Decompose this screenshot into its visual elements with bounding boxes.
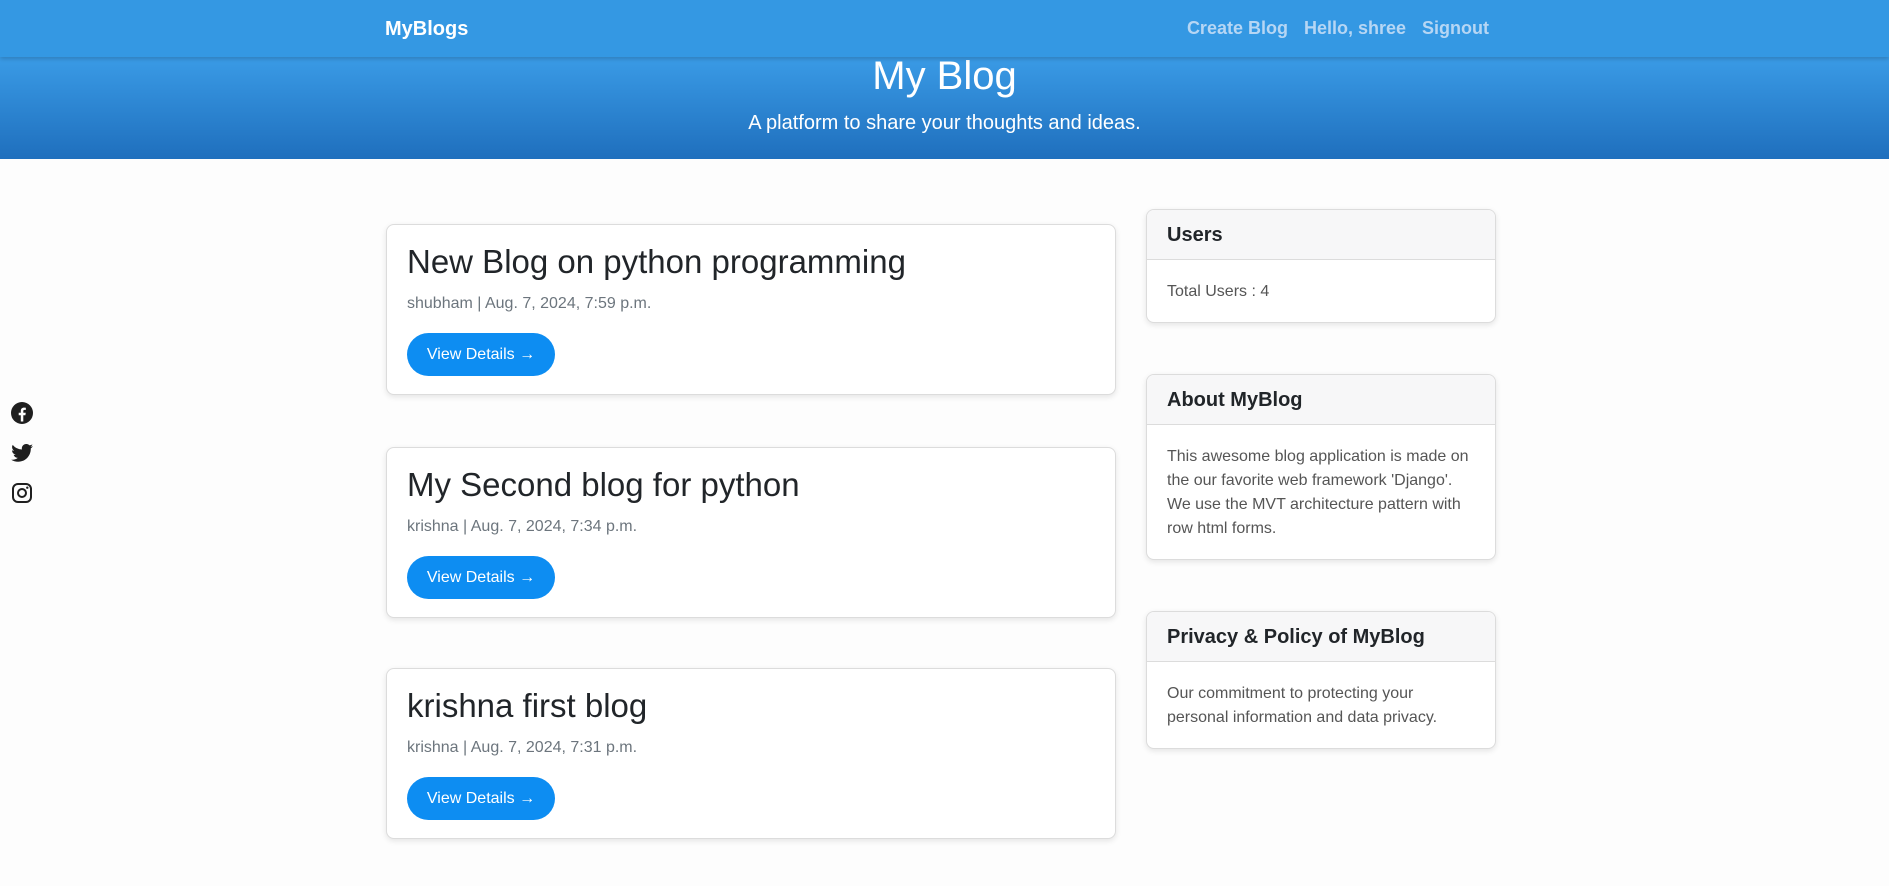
- privacy-panel-title: Privacy & Policy of MyBlog: [1147, 612, 1495, 662]
- blog-card: krishna first blog krishna | Aug. 7, 202…: [386, 668, 1116, 839]
- page-subtitle: A platform to share your thoughts and id…: [748, 112, 1141, 134]
- blog-meta: krishna | Aug. 7, 2024, 7:31 p.m.: [407, 739, 638, 756]
- about-panel: About MyBlog This awesome blog applicati…: [1146, 374, 1496, 560]
- blog-card: My Second blog for python krishna | Aug.…: [386, 447, 1116, 618]
- view-details-button[interactable]: View Details →: [407, 556, 555, 599]
- about-panel-text: This awesome blog application is made on…: [1167, 448, 1469, 537]
- blog-meta: shubham | Aug. 7, 2024, 7:59 p.m.: [407, 295, 652, 312]
- privacy-panel: Privacy & Policy of MyBlog Our commitmen…: [1146, 611, 1496, 749]
- blog-card: New Blog on python programming shubham |…: [386, 224, 1116, 395]
- navbar: MyBlogs Create Blog Hello, shree Signout: [0, 0, 1889, 57]
- blog-meta: krishna | Aug. 7, 2024, 7:34 p.m.: [407, 518, 638, 535]
- create-blog-link[interactable]: Create Blog: [1187, 18, 1288, 39]
- users-panel-title: Users: [1147, 210, 1495, 260]
- brand-link[interactable]: MyBlogs: [385, 18, 468, 41]
- blog-title: krishna first blog: [407, 687, 648, 724]
- about-panel-title: About MyBlog: [1147, 375, 1495, 425]
- instagram-icon[interactable]: [10, 481, 34, 505]
- hero-banner: My Blog A platform to share your thought…: [0, 54, 1889, 159]
- view-details-button[interactable]: View Details →: [407, 333, 555, 376]
- view-details-button[interactable]: View Details →: [407, 777, 555, 820]
- nav-links: Create Blog Hello, shree Signout: [1187, 18, 1489, 39]
- signout-link[interactable]: Signout: [1422, 18, 1489, 39]
- page-title: My Blog: [872, 54, 1017, 98]
- twitter-icon[interactable]: [10, 441, 34, 465]
- facebook-icon[interactable]: [10, 401, 34, 425]
- user-greeting-link[interactable]: Hello, shree: [1304, 18, 1406, 39]
- users-panel: Users Total Users : 4: [1146, 209, 1496, 323]
- social-links: [10, 401, 34, 505]
- privacy-panel-text: Our commitment to protecting your person…: [1167, 685, 1438, 726]
- blog-title: My Second blog for python: [407, 466, 800, 503]
- blog-title: New Blog on python programming: [407, 243, 906, 280]
- total-users-text: Total Users : 4: [1167, 283, 1270, 300]
